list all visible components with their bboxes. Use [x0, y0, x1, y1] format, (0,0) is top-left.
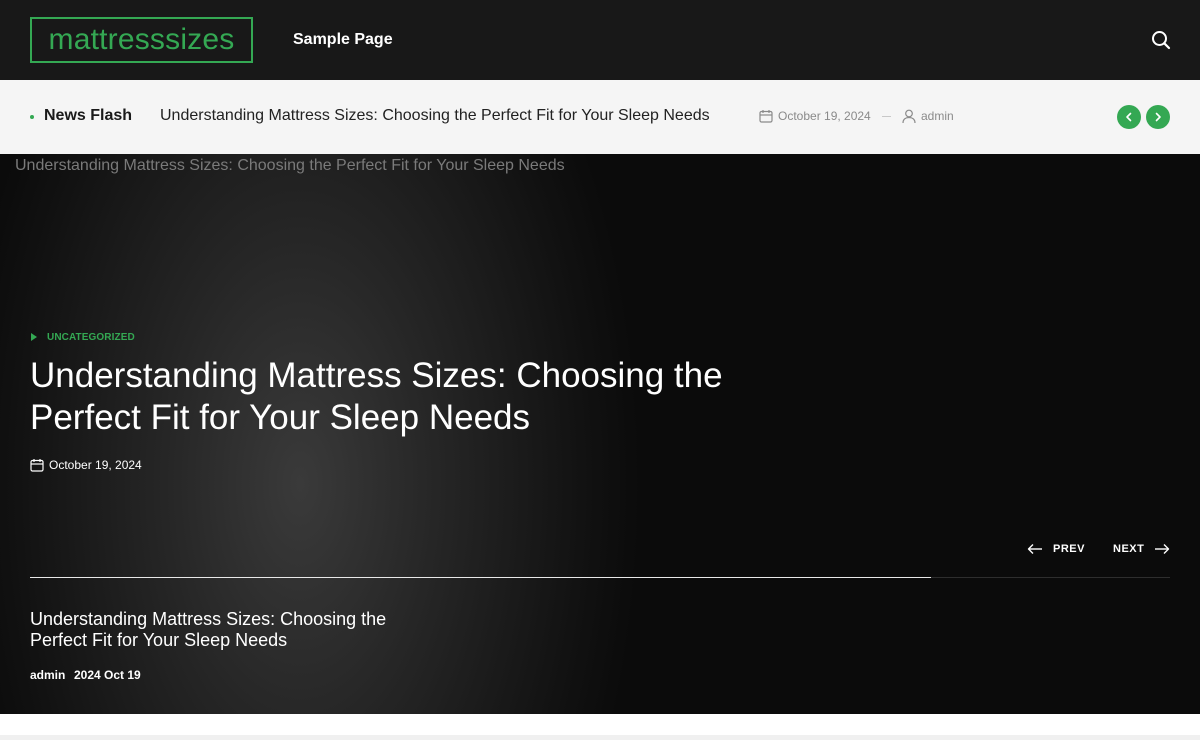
calendar-icon: [759, 110, 773, 123]
user-icon: [902, 109, 916, 124]
chevron-left-icon: [1126, 112, 1132, 122]
next-slide-button[interactable]: NEXT: [1113, 542, 1144, 556]
nav-item-sample-page[interactable]: Sample Page: [293, 30, 393, 50]
hero-date: October 19, 2024: [49, 458, 142, 472]
site-logo[interactable]: mattresssizes: [30, 17, 253, 63]
news-flash-title-link[interactable]: Understanding Mattress Sizes: Choosing t…: [160, 107, 710, 125]
ticker-next-button[interactable]: [1146, 105, 1170, 129]
site-header: mattresssizes Sample Page: [0, 0, 1200, 80]
ticker-prev-button[interactable]: [1117, 105, 1141, 129]
slide-date: 2024 Oct 19: [74, 668, 141, 682]
hero-title[interactable]: Understanding Mattress Sizes: Choosing t…: [30, 355, 790, 439]
meta-separator: [882, 116, 891, 117]
news-flash-label: News Flash: [44, 107, 133, 124]
slide-author[interactable]: admin: [30, 668, 65, 682]
triangle-right-icon: [31, 333, 37, 341]
news-flash-author[interactable]: admin: [921, 109, 954, 123]
search-button[interactable]: [1150, 29, 1172, 51]
arrow-left-icon[interactable]: [1027, 543, 1043, 555]
arrow-right-icon[interactable]: [1154, 543, 1170, 555]
page-bottom-strip: [0, 735, 1200, 740]
chevron-right-icon: [1155, 112, 1161, 122]
news-flash-date: October 19, 2024: [778, 109, 871, 123]
calendar-icon: [30, 459, 44, 472]
slide-thumbnail-title[interactable]: Understanding Mattress Sizes: Choosing t…: [30, 609, 390, 651]
category-link[interactable]: UNCATEGORIZED: [47, 332, 135, 343]
hero-background-caption: Understanding Mattress Sizes: Choosing t…: [15, 157, 565, 174]
prev-slide-button[interactable]: PREV: [1053, 542, 1085, 556]
search-icon: [1152, 31, 1171, 50]
news-flash-dot: [30, 115, 34, 119]
slider-progress-fill: [30, 577, 931, 578]
